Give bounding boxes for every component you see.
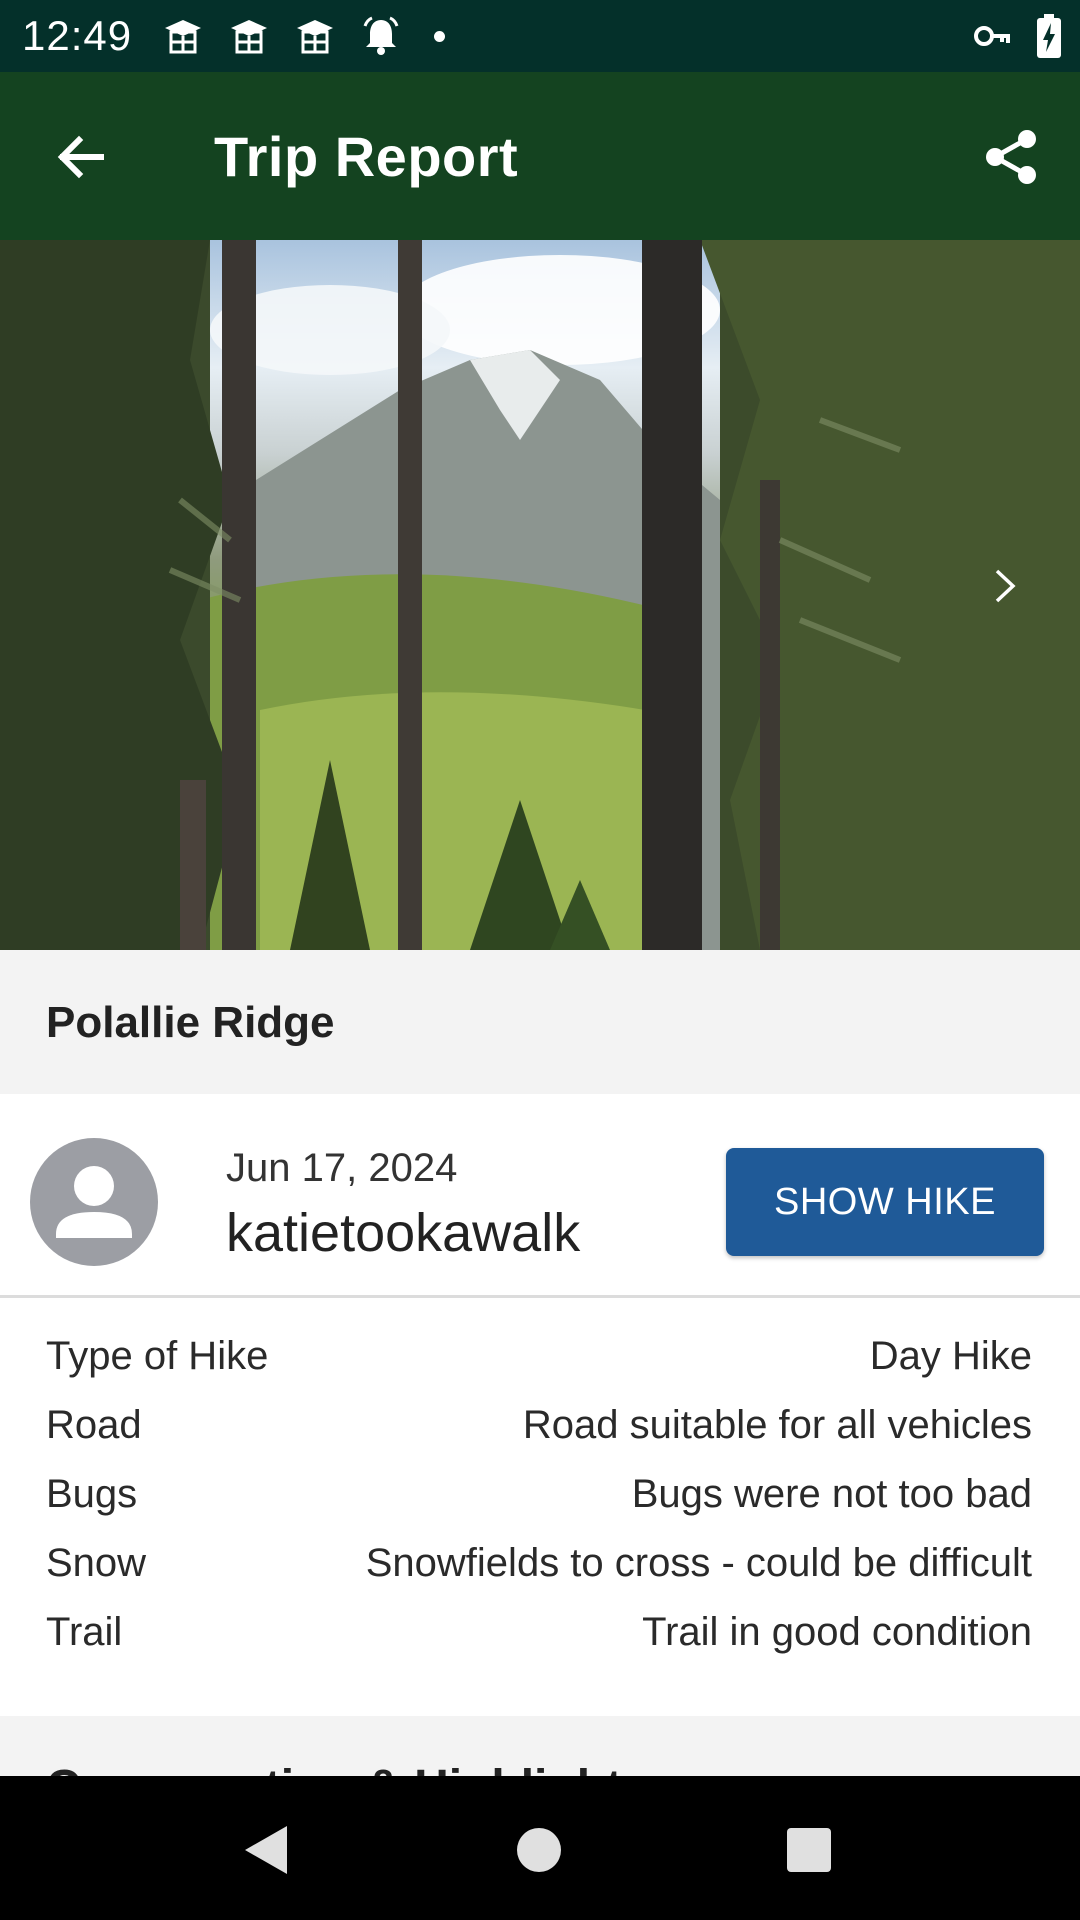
condition-row: Snow Snowfields to cross - could be diff… [46, 1535, 1032, 1591]
condition-row: Road Road suitable for all vehicles [46, 1397, 1032, 1453]
status-time: 12:49 [22, 12, 133, 59]
condition-label: Type of Hike [46, 1333, 269, 1378]
conditions-list: Type of Hike Day Hike Road Road suitable… [0, 1298, 1080, 1716]
trip-photo[interactable] [0, 240, 1080, 950]
chevron-right-icon[interactable] [984, 566, 1040, 622]
system-icons [972, 14, 1062, 63]
trail-name-section: Polallie Ridge [0, 950, 1080, 1094]
nav-home-icon[interactable] [501, 1812, 577, 1888]
section-heading: Conservation & Highlights [46, 1760, 649, 1776]
condition-row: Type of Hike Day Hike [46, 1328, 1032, 1384]
condition-value: Snowfields to cross - could be difficult [365, 1540, 1032, 1585]
avatar[interactable] [30, 1138, 158, 1266]
notification-icons [160, 14, 445, 58]
show-hike-button[interactable]: SHOW HIKE [726, 1148, 1044, 1256]
report-header: Jun 17, 2024 katietookawalk SHOW HIKE [0, 1094, 1080, 1298]
trail-name: Polallie Ridge [46, 998, 335, 1047]
battery-charging-icon [1036, 14, 1062, 63]
graduation-cap-icon [160, 14, 206, 58]
condition-row: Bugs Bugs were not too bad [46, 1466, 1032, 1522]
page-title: Trip Report [214, 125, 519, 188]
more-notifications-dot [434, 30, 445, 42]
condition-value: Day Hike [869, 1333, 1032, 1378]
system-nav-bar [0, 1776, 1080, 1920]
condition-value: Bugs were not too bad [631, 1471, 1032, 1516]
condition-value: Road suitable for all vehicles [522, 1402, 1032, 1447]
graduation-cap-icon [292, 14, 338, 58]
report-author[interactable]: katietookawalk [226, 1202, 580, 1264]
condition-label: Road [46, 1402, 142, 1447]
person-icon [56, 1166, 132, 1238]
status-bar: 12:49 [0, 0, 1080, 72]
condition-label: Bugs [46, 1471, 138, 1516]
app-bar: Trip Report [0, 72, 1080, 240]
alarm-bell-icon [358, 14, 404, 58]
report-date: Jun 17, 2024 [226, 1146, 458, 1190]
nav-recents-icon[interactable] [771, 1812, 847, 1888]
condition-row: Trail Trail in good condition [46, 1604, 1032, 1660]
condition-label: Snow [46, 1540, 147, 1585]
share-icon[interactable] [976, 122, 1046, 192]
nav-back-icon[interactable] [228, 1812, 304, 1888]
condition-value: Trail in good condition [642, 1609, 1032, 1654]
vpn-key-icon [972, 16, 1012, 61]
condition-label: Trail [46, 1609, 123, 1654]
graduation-cap-icon [226, 14, 272, 58]
next-section: Conservation & Highlights [0, 1716, 1080, 1776]
arrow-back-icon[interactable] [46, 122, 116, 192]
forest-mountain-image [0, 240, 1080, 950]
